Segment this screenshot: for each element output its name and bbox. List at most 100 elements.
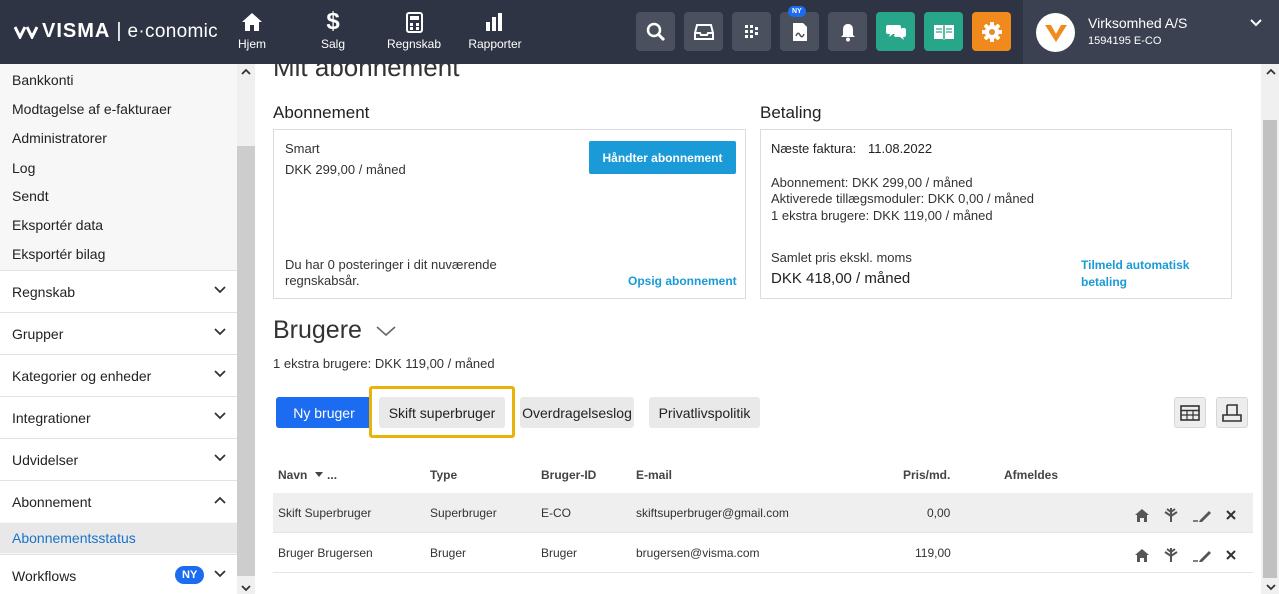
edit-icon[interactable] (1192, 508, 1212, 522)
column-settings-button[interactable] (1174, 397, 1206, 428)
book-icon (933, 24, 954, 40)
chevron-down-icon (214, 454, 226, 462)
dollar-icon: $ (326, 8, 340, 35)
nav-home-label: Hjem (237, 37, 266, 51)
chevron-down-icon (214, 328, 226, 336)
edit-icon[interactable] (1192, 548, 1212, 562)
sidebar-item-sent[interactable]: Sendt (12, 188, 49, 204)
visma-v-logo-icon (1044, 24, 1067, 42)
sidebar-group-extensions[interactable]: Udvidelser (0, 438, 237, 480)
scroll-down-icon[interactable] (240, 584, 252, 592)
sidebar-item-administrators[interactable]: Administratorer (12, 130, 107, 146)
nav-sales[interactable]: $ Salg (318, 8, 348, 52)
home-icon[interactable] (1134, 508, 1150, 523)
payment-heading: Betaling (760, 103, 822, 122)
new-user-button[interactable]: Ny bruger (276, 397, 372, 428)
sidebar-item-subscription-status[interactable]: Abonnementsstatus (0, 523, 237, 553)
privacy-policy-button[interactable]: Privatlivspolitik (649, 397, 760, 428)
help-book-button[interactable] (924, 12, 963, 51)
cell-name: Bruger Brugersen (278, 546, 373, 560)
column-header-unsubscribe[interactable]: Afmeldes (1004, 468, 1058, 482)
sidebar-group-categories[interactable]: Kategorier og enheder (0, 354, 237, 396)
total-value: DKK 418,00 / måned (771, 270, 911, 287)
switch-superuser-button[interactable]: Skift superbruger (379, 397, 505, 428)
close-icon[interactable] (1225, 509, 1237, 521)
bell-icon (840, 23, 855, 41)
table-row[interactable]: Bruger Brugersen Bruger Bruger brugersen… (273, 533, 1253, 573)
column-header-name[interactable]: Navn ... (278, 468, 337, 482)
company-switcher[interactable]: Virksomhed A/S 1594195 E-CO (1023, 0, 1279, 64)
sidebar-group-accounting[interactable]: Regnskab (0, 270, 237, 312)
cell-type: Superbruger (430, 506, 497, 520)
sidebar-item-log[interactable]: Log (12, 160, 35, 176)
scroll-down-icon[interactable] (1265, 583, 1277, 591)
main-scrollbar-thumb[interactable] (1263, 120, 1277, 578)
sidebar-group-label: Kategorier og enheder (12, 367, 152, 384)
new-badge: NY (788, 6, 806, 17)
sidebar-group-label: Workflows (12, 567, 77, 584)
column-header-email[interactable]: E-mail (636, 468, 672, 482)
auto-payment-link-line1: Tilmeld automatisk (1081, 258, 1190, 272)
transfer-icon[interactable] (1163, 547, 1179, 563)
home-icon[interactable] (1134, 548, 1150, 563)
sidebar-item-export-vouchers[interactable]: Eksportér bilag (12, 246, 105, 262)
sidebar-item-export-data[interactable]: Eksportér data (12, 217, 103, 233)
settings-button[interactable] (972, 12, 1011, 51)
nav-accounting[interactable]: Regnskab (384, 10, 444, 51)
subscription-heading: Abonnement (273, 103, 370, 122)
gear-icon (981, 21, 1002, 42)
row-actions (1134, 507, 1237, 523)
column-header-type[interactable]: Type (430, 468, 457, 482)
brand-logo[interactable]: VISMA | e·conomic (14, 20, 218, 43)
row-actions (1134, 547, 1237, 563)
cell-name: Skift Superbruger (278, 506, 372, 520)
users-heading-label: Brugere (273, 316, 362, 344)
cell-price: 0,00 (927, 506, 951, 520)
payment-card: Næste faktura: 11.08.2022 Abonnement: DK… (760, 129, 1232, 299)
payment-line-subscription: Abonnement: DKK 299,00 / måned (771, 175, 973, 190)
apps-grid-icon (744, 24, 758, 38)
chevron-down-icon (376, 326, 396, 337)
nav-accounting-label: Regnskab (386, 37, 442, 51)
table-row[interactable]: Skift Superbruger Superbruger E-CO skift… (273, 493, 1253, 533)
inbox-icon (693, 23, 714, 40)
column-header-user-id[interactable]: Bruger-ID (541, 468, 596, 482)
chat-button[interactable] (876, 12, 915, 51)
search-button[interactable] (636, 12, 675, 51)
manage-subscription-button[interactable]: Håndter abonnement (589, 141, 736, 174)
plan-price: DKK 299,00 / måned (285, 162, 406, 177)
sidebar: Bankkonti Modtagelse af e-fakturaer Admi… (0, 64, 255, 594)
chevron-down-icon (214, 370, 226, 378)
auto-payment-link[interactable]: Tilmeld automatisk betaling (1081, 257, 1189, 291)
sidebar-group-groups[interactable]: Grupper (0, 312, 237, 354)
cancel-subscription-link[interactable]: Opsig abonnement (628, 274, 737, 288)
scroll-up-icon[interactable] (240, 68, 252, 76)
nav-sales-label: Salg (320, 37, 346, 51)
sidebar-scrollbar-thumb[interactable] (237, 146, 255, 576)
sidebar-group-integrations[interactable]: Integrationer (0, 396, 237, 438)
sidebar-group-label: Grupper (12, 325, 64, 342)
documents-button[interactable]: NY (780, 6, 819, 51)
transfer-log-button[interactable]: Overdragelseslog (520, 397, 634, 428)
column-header-more[interactable]: ... (327, 468, 337, 482)
users-heading[interactable]: Brugere (273, 316, 397, 345)
nav-reports[interactable]: Rapporter (466, 10, 524, 51)
subscription-card: Smart DKK 299,00 / måned Håndter abonnem… (273, 129, 746, 299)
notifications-button[interactable] (828, 12, 867, 51)
nav-home[interactable]: Hjem (237, 10, 267, 51)
cell-price: 119,00 (915, 546, 951, 560)
sidebar-item-bank-accounts[interactable]: Bankkonti (12, 72, 73, 88)
payment-line-addons: Aktiverede tillægsmoduler: DKK 0,00 / må… (771, 191, 1035, 206)
column-header-price[interactable]: Pris/md. (903, 468, 950, 482)
company-avatar (1036, 13, 1075, 52)
sidebar-group-subscription[interactable]: Abonnement (0, 480, 237, 522)
print-button[interactable] (1216, 397, 1248, 428)
inbox-button[interactable] (684, 12, 723, 51)
search-icon (646, 22, 665, 41)
apps-button[interactable] (732, 12, 771, 51)
sidebar-item-e-invoices[interactable]: Modtagelse af e-fakturaer (12, 101, 172, 117)
cell-user-id: E-CO (541, 506, 571, 520)
close-icon[interactable] (1225, 549, 1237, 561)
scroll-up-icon[interactable] (1265, 68, 1277, 76)
transfer-icon[interactable] (1163, 507, 1179, 523)
